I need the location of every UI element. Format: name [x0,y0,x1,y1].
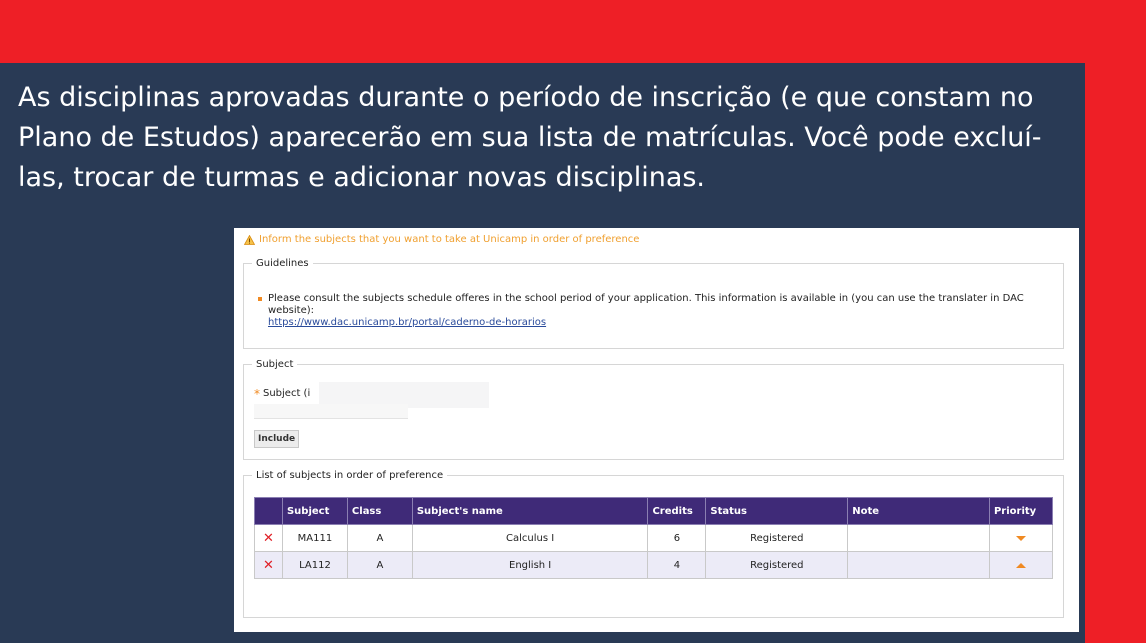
guideline-text: Please consult the subjects schedule off… [268,293,1024,316]
priority-cell [988,524,1054,552]
move-down-icon[interactable] [1015,535,1026,541]
col-header-delete [254,497,283,525]
subject-class: A [346,524,413,552]
subjects-list-section: List of subjects in order of preference … [243,470,1064,618]
delete-icon[interactable]: ✕ [254,524,283,552]
guideline-item: Please consult the subjects schedule off… [258,293,1058,329]
subject-name: English I [411,551,649,579]
guidelines-section: Guidelines Please consult the subjects s… [243,258,1064,349]
required-icon: * [254,386,260,401]
col-header-status: Status [705,497,849,525]
schedule-link[interactable]: https://www.dac.unicamp.br/portal/cadern… [268,317,1058,329]
subjects-list-legend: List of subjects in order of preference [256,470,444,481]
subjects-table: Subject Class Subject's name Credits Sta… [254,497,1054,579]
guidelines-legend: Guidelines [256,258,309,269]
table-row: ✕ LA112 A English I 4 Registered [254,551,1054,579]
subject-note [847,524,990,552]
table-row: ✕ MA111 A Calculus I 6 Registered [254,524,1054,552]
enrollment-screenshot: Inform the subjects that you want to tak… [234,228,1079,632]
subject-status: Registered [705,551,849,579]
priority-cell [988,551,1054,579]
col-header-class: Class [346,497,413,525]
subject-credits: 6 [647,524,707,552]
subject-input[interactable] [254,404,408,419]
col-header-credits: Credits [647,497,707,525]
subject-credits: 4 [647,551,707,579]
delete-icon[interactable]: ✕ [254,551,283,579]
col-header-name: Subject's name [411,497,649,525]
col-header-subject: Subject [281,497,348,525]
table-header-row: Subject Class Subject's name Credits Sta… [254,497,1054,525]
subject-field-label: * Subject (i [254,386,311,401]
move-up-icon[interactable] [1015,562,1026,568]
subject-section: Subject * Subject (i Include [243,359,1064,460]
subject-name: Calculus I [411,524,649,552]
include-button[interactable]: Include [254,430,300,448]
col-header-priority: Priority [988,497,1054,525]
subject-label-text: Subject (i [263,388,311,399]
warning-icon [244,234,255,245]
subject-legend: Subject [256,359,294,370]
subject-code: MA111 [281,524,348,552]
warning-message: Inform the subjects that you want to tak… [244,234,639,245]
slide-heading: As disciplinas aprovadas durante o perío… [18,82,1042,193]
warning-text: Inform the subjects that you want to tak… [259,234,640,245]
subject-status: Registered [705,524,849,552]
subject-code: LA112 [281,551,348,579]
bullet-icon [258,297,262,301]
col-header-note: Note [847,497,990,525]
subject-note [847,551,990,579]
subject-class: A [346,551,413,579]
